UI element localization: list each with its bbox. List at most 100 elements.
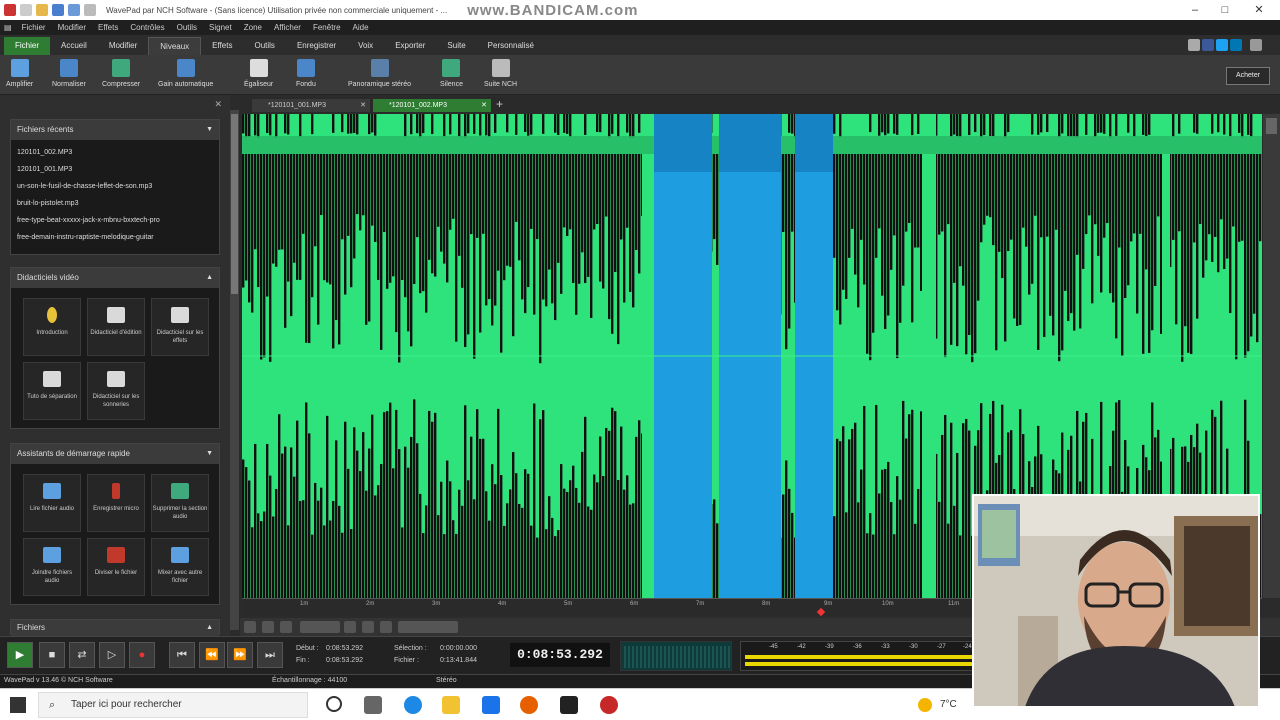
zoom-icon[interactable] (244, 621, 256, 633)
menu-afficher[interactable]: Afficher (268, 23, 307, 32)
close-tab-icon[interactable]: ✕ (481, 99, 487, 112)
cut-icon[interactable] (280, 621, 292, 633)
zoom-slider[interactable] (300, 621, 340, 633)
tab-effets[interactable]: Effets (201, 37, 243, 55)
maximize-button[interactable]: □ (1208, 0, 1242, 20)
taskbar-search-box[interactable]: ⌕ Taper ici pour rechercher (38, 692, 308, 718)
recent-file-item[interactable]: free-type-beat-xxxxx-jack-x-mbnu-bxxtech… (17, 212, 213, 229)
collapse-icon[interactable]: ▼ (206, 444, 213, 464)
zoom-range-slider[interactable] (398, 621, 458, 633)
recent-file-item[interactable]: free-demain-instru-raptiste-melodique-gu… (17, 229, 213, 246)
tab-personnalise[interactable]: Personnalisé (477, 37, 545, 55)
assistant-joindre-fichiers[interactable]: Joindre fichiers audio (23, 538, 81, 596)
file-tab-1[interactable]: *120101_001.MP3 ✕ (252, 99, 370, 112)
windows-start-icon[interactable] (10, 697, 26, 713)
panoramique-stereo-button[interactable]: Panoramique stéréo (348, 59, 411, 88)
close-panel-icon[interactable]: ✕ (214, 99, 222, 110)
collapse-icon[interactable]: ▲ (206, 620, 213, 636)
linkedin-icon[interactable] (1230, 39, 1242, 51)
menu-effets[interactable]: Effets (92, 23, 124, 32)
bandicam-taskbar-icon[interactable] (600, 696, 618, 714)
menu-zone[interactable]: Zone (238, 23, 268, 32)
stop-button[interactable]: ■ (39, 642, 65, 668)
tutorial-edition[interactable]: Didacticiel d'édition (87, 298, 145, 356)
undo-icon[interactable] (68, 4, 80, 16)
tab-accueil[interactable]: Accueil (50, 37, 98, 55)
new-tab-icon[interactable]: + (496, 97, 503, 111)
tab-outils[interactable]: Outils (243, 37, 285, 55)
fast-forward-button[interactable]: ⏩ (227, 642, 253, 668)
file-tab-2[interactable]: *120101_002.MP3 ✕ (373, 99, 491, 112)
menu-aide[interactable]: Aide (347, 23, 375, 32)
tutorial-effets[interactable]: Didacticiel sur les effets (151, 298, 209, 356)
menu-controles[interactable]: Contrôles (124, 23, 170, 32)
tab-exporter[interactable]: Exporter (384, 37, 436, 55)
fondu-button[interactable]: Fondu (296, 59, 316, 88)
menu-modifier[interactable]: Modifier (52, 23, 92, 32)
close-button[interactable]: ✕ (1242, 0, 1276, 20)
twitter-icon[interactable] (1216, 39, 1228, 51)
acheter-button[interactable]: Acheter (1226, 67, 1270, 85)
file-explorer-icon[interactable] (442, 696, 460, 714)
new-icon[interactable] (20, 4, 32, 16)
tab-niveaux[interactable]: Niveaux (148, 37, 202, 55)
play-button[interactable]: ▶ (7, 642, 33, 668)
recent-file-item[interactable]: un-son-le-fusil-de-chasse-leffet-de-son.… (17, 178, 213, 195)
zoom-out-icon[interactable] (362, 621, 374, 633)
playhead-marker[interactable] (816, 607, 826, 617)
assistant-mixer[interactable]: Mixer avec autre fichier (151, 538, 209, 596)
rewind-button[interactable]: ⏪ (199, 642, 225, 668)
suite-nch-button[interactable]: Suite NCH (484, 59, 517, 88)
menu-fenetre[interactable]: Fenêtre (307, 23, 347, 32)
waveform-vertical-scrollbar[interactable] (1263, 114, 1280, 598)
thumbs-up-icon[interactable] (1188, 39, 1200, 51)
tab-modifier[interactable]: Modifier (98, 37, 148, 55)
collapse-icon[interactable]: ▲ (206, 268, 213, 288)
egaliseur-button[interactable]: Égaliseur (244, 59, 273, 88)
go-to-start-button[interactable]: ⏮ (169, 642, 195, 668)
save-icon[interactable] (52, 4, 64, 16)
weather-icon[interactable] (918, 698, 932, 712)
zoom-in-icon[interactable] (344, 621, 356, 633)
edge-icon[interactable] (404, 696, 422, 714)
play-to-end-button[interactable]: ▷ (99, 642, 125, 668)
menu-app-icon[interactable]: ▤ (0, 23, 16, 32)
scrollbar-thumb[interactable] (231, 114, 238, 294)
normaliser-button[interactable]: Normaliser (52, 59, 86, 88)
silence-button[interactable]: Silence (440, 59, 463, 88)
close-tab-icon[interactable]: ✕ (360, 99, 366, 112)
assistant-enregistrer-micro[interactable]: Enregistrer micro (87, 474, 145, 532)
tab-voix[interactable]: Voix (347, 37, 384, 55)
facebook-icon[interactable] (1202, 39, 1214, 51)
minimize-button[interactable]: – (1178, 0, 1212, 20)
pencil-icon[interactable] (262, 621, 274, 633)
cortana-icon[interactable] (326, 696, 342, 712)
go-to-end-button[interactable]: ⏭ (257, 642, 283, 668)
task-view-icon[interactable] (364, 696, 382, 714)
tab-suite[interactable]: Suite (436, 37, 476, 55)
tutorial-separation[interactable]: Tuto de séparation (23, 362, 81, 420)
wavepad-taskbar-icon[interactable] (560, 696, 578, 714)
left-panel-scrollbar[interactable] (230, 110, 239, 630)
menu-signet[interactable]: Signet (203, 23, 238, 32)
compresser-button[interactable]: Compresser (102, 59, 140, 88)
help-icon[interactable] (1250, 39, 1262, 51)
menu-fichier[interactable]: Fichier (16, 23, 52, 32)
store-icon[interactable] (482, 696, 500, 714)
redo-icon[interactable] (84, 4, 96, 16)
menu-outils[interactable]: Outils (171, 23, 203, 32)
loop-button[interactable]: ⇄ (69, 642, 95, 668)
assistant-supprimer-section[interactable]: Supprimer la section audio (151, 474, 209, 532)
record-button[interactable]: ● (129, 642, 155, 668)
firefox-icon[interactable] (520, 696, 538, 714)
recent-file-item[interactable]: bruit-lo-pistolet.mp3 (17, 195, 213, 212)
tutorial-introduction[interactable]: Introduction (23, 298, 81, 356)
gain-automatique-button[interactable]: Gain automatique (158, 59, 213, 88)
tab-enregistrer[interactable]: Enregistrer (286, 37, 347, 55)
assistant-diviser-fichier[interactable]: Diviser le fichier (87, 538, 145, 596)
tab-fichier[interactable]: Fichier (4, 37, 51, 55)
recent-file-item[interactable]: 120101_001.MP3 (17, 161, 213, 178)
amplifier-button[interactable]: Amplifier (6, 59, 33, 88)
recent-file-item[interactable]: 120101_002.MP3 (17, 144, 213, 161)
tutorial-sonneries[interactable]: Didacticiel sur les sonneries (87, 362, 145, 420)
